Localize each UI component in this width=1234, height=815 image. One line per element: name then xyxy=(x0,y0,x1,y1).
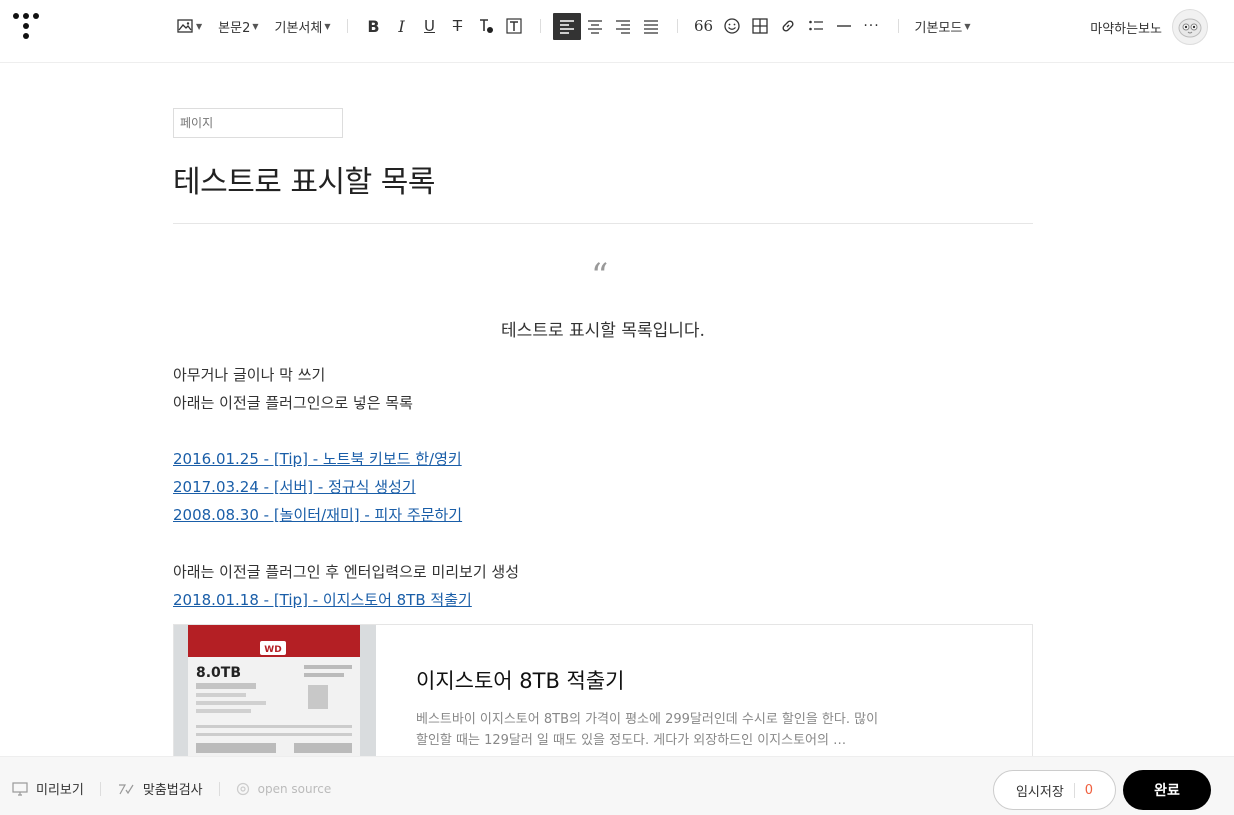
hdd-image: WD 8.0TB xyxy=(174,625,376,763)
editor-mode-dropdown[interactable]: 기본모드 ▼ xyxy=(911,12,975,40)
text-color-icon xyxy=(479,19,493,33)
text-color-button[interactable] xyxy=(472,12,500,40)
horizontal-line-button[interactable] xyxy=(830,12,858,40)
text-background-icon xyxy=(505,18,522,34)
monitor-icon xyxy=(12,781,28,796)
strikethrough-icon: T xyxy=(452,17,463,35)
horizontal-line-icon xyxy=(836,25,851,27)
align-center-icon xyxy=(587,20,602,34)
intro-line: 아래는 이전글 플러그인으로 넣은 목록 xyxy=(173,394,413,412)
card-title: 이지스토어 8TB 적출기 xyxy=(416,669,625,693)
preview-link[interactable]: 2018.01.18 - [Tip] - 이지스토어 8TB 적출기 xyxy=(173,586,519,614)
spellcheck-label: 맞춤법검사 xyxy=(142,783,203,798)
spellcheck-icon xyxy=(118,783,134,794)
align-right-button[interactable] xyxy=(609,12,637,40)
post-link[interactable]: 2016.01.25 - [Tip] - 노트북 키보드 한/영키 xyxy=(173,445,462,473)
toolbar-divider xyxy=(346,19,348,33)
bottom-divider xyxy=(218,781,220,796)
open-source-icon xyxy=(236,782,249,795)
avatar xyxy=(1172,9,1208,45)
bold-button[interactable]: B xyxy=(360,12,388,40)
table-button[interactable] xyxy=(746,12,774,40)
editor-toolbar: ▼ 본문2 ▼ 기본서체 ▼ B I U T 66 ··· 기본모드 ▼ 마약하… xyxy=(0,0,1234,63)
intro-line: 아무거나 글이나 막 쓰기 xyxy=(173,366,326,384)
user-name: 마약하는보노 xyxy=(1090,21,1162,37)
chevron-down-icon: ▼ xyxy=(196,21,203,31)
temp-save-count: 0 xyxy=(1073,782,1093,798)
preview-button[interactable]: 미리보기 xyxy=(12,779,84,798)
link-list: 2016.01.25 - [Tip] - 노트북 키보드 한/영키 2017.0… xyxy=(173,445,462,529)
title-divider xyxy=(173,223,1033,224)
bottom-tools: 미리보기 맞춤법검사 open source xyxy=(12,779,331,798)
image-icon xyxy=(177,19,193,33)
align-left-icon xyxy=(559,20,574,34)
font-label: 기본서체 xyxy=(274,20,323,36)
list-icon xyxy=(808,20,823,31)
editor-mode-label: 기본모드 xyxy=(914,20,963,36)
underline-button[interactable]: U xyxy=(416,12,444,40)
more-button[interactable]: ··· xyxy=(858,12,886,40)
format-tools: ▼ 본문2 ▼ 기본서체 ▼ B I U T 66 ··· 기본모드 ▼ xyxy=(172,10,975,42)
toolbar-divider xyxy=(539,19,541,33)
preview-intro: 아래는 이전글 플러그인 후 엔터입력으로 미리보기 생성 xyxy=(173,563,520,581)
preview-label: 미리보기 xyxy=(36,783,84,798)
chevron-down-icon: ▼ xyxy=(964,21,971,31)
editor-content[interactable]: 테스트로 표시할 목록 “ 테스트로 표시할 목록입니다. 아무거나 글이나 막… xyxy=(173,63,1033,764)
spellcheck-button[interactable]: 맞춤법검사 xyxy=(117,779,203,798)
bullet-list-button[interactable] xyxy=(802,12,830,40)
chevron-down-icon: ▼ xyxy=(324,21,331,31)
intro-paragraph[interactable]: 아무거나 글이나 막 쓰기 아래는 이전글 플러그인으로 넣은 목록 xyxy=(173,361,413,417)
preview-paragraph: 아래는 이전글 플러그인 후 엔터입력으로 미리보기 생성 2018.01.18… xyxy=(173,558,519,614)
strikethrough-button[interactable]: T xyxy=(444,12,472,40)
quote-mark-icon: “ xyxy=(591,256,609,296)
card-thumbnail: WD 8.0TB xyxy=(174,625,376,763)
open-source-label: open source xyxy=(257,781,332,796)
quote-icon: 66 xyxy=(693,17,714,35)
paragraph-style-label: 본문2 xyxy=(218,20,251,36)
align-right-icon xyxy=(615,20,630,34)
text-background-button[interactable] xyxy=(500,12,528,40)
align-justify-icon xyxy=(643,20,658,34)
table-icon xyxy=(751,18,768,34)
wd-logo: WD xyxy=(264,645,281,655)
toolbar-divider xyxy=(676,19,678,33)
toolbar-divider xyxy=(897,19,899,33)
link-icon xyxy=(782,20,794,32)
post-title[interactable]: 테스트로 표시할 목록 xyxy=(173,157,435,201)
italic-icon: I xyxy=(398,16,405,36)
avatar-icon xyxy=(1178,18,1202,38)
emoticon-button[interactable] xyxy=(718,12,746,40)
align-center-button[interactable] xyxy=(581,12,609,40)
font-dropdown[interactable]: 기본서체 ▼ xyxy=(271,12,335,40)
bottom-bar: 미리보기 맞춤법검사 open source 임시저장 0 완료 xyxy=(0,756,1234,815)
align-justify-button[interactable] xyxy=(637,12,665,40)
post-link[interactable]: 2017.03.24 - [서버] - 정규식 생성기 xyxy=(173,473,462,501)
open-source-link[interactable]: open source xyxy=(236,781,332,796)
chevron-down-icon: ▼ xyxy=(252,21,259,31)
link-preview-card[interactable]: WD 8.0TB 이지스토어 8TB 적출기 베스트바이 이지스토어 8TB의 … xyxy=(173,624,1033,764)
category-select[interactable] xyxy=(173,108,343,138)
temp-save-button[interactable]: 임시저장 0 xyxy=(993,770,1116,810)
capacity-label: 8.0TB xyxy=(196,665,241,681)
card-description: 베스트바이 이지스토어 8TB의 가격이 평소에 299달러인데 수시로 할인을… xyxy=(416,712,879,748)
underline-icon: U xyxy=(424,17,435,35)
bold-icon: B xyxy=(367,16,380,36)
publish-button[interactable]: 완료 xyxy=(1123,770,1211,810)
temp-save-label: 임시저장 xyxy=(1015,784,1064,800)
paragraph-style-dropdown[interactable]: 본문2 ▼ xyxy=(214,12,262,40)
italic-button[interactable]: I xyxy=(388,12,416,40)
smile-icon xyxy=(723,18,740,34)
insert-image-button[interactable]: ▼ xyxy=(172,12,206,40)
quote-block[interactable]: 테스트로 표시할 목록입니다. xyxy=(173,316,1033,341)
bottom-divider xyxy=(99,781,101,796)
quote-button[interactable]: 66 xyxy=(690,12,718,40)
more-icon: ··· xyxy=(863,18,880,34)
post-link[interactable]: 2008.08.30 - [놀이터/재미] - 피자 주문하기 xyxy=(173,501,462,529)
align-left-button[interactable] xyxy=(552,12,581,40)
tistory-logo[interactable] xyxy=(13,13,39,39)
user-menu[interactable]: 마약하는보노 xyxy=(1090,9,1208,45)
link-button[interactable] xyxy=(774,12,802,40)
